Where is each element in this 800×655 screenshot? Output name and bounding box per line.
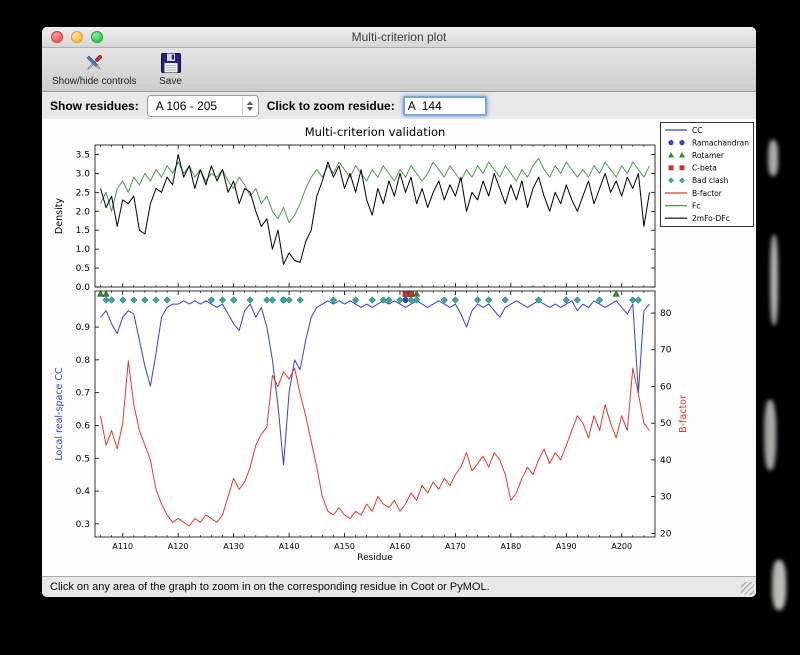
- svg-text:0.6: 0.6: [76, 421, 91, 431]
- background-artifact: [772, 560, 786, 610]
- window-title: Multi-criterion plot: [351, 30, 447, 44]
- svg-text:Ramachandran: Ramachandran: [692, 138, 749, 147]
- svg-text:A140: A140: [279, 542, 300, 551]
- svg-text:B-factor: B-factor: [678, 395, 689, 433]
- zoom-window-button[interactable]: [91, 31, 103, 43]
- svg-text:1.5: 1.5: [76, 226, 90, 236]
- svg-text:Bad clash: Bad clash: [692, 176, 729, 185]
- toolbar: Show/hide controls Save: [42, 48, 756, 92]
- svg-text:A120: A120: [168, 542, 189, 551]
- desktop-background: { "window": { "title": "Multi-criterion …: [0, 0, 800, 655]
- background-artifact: [768, 140, 778, 176]
- show-hide-controls-label: Show/hide controls: [52, 76, 137, 87]
- save-label: Save: [159, 76, 182, 87]
- residue-range-select[interactable]: A 106 - 205: [146, 95, 259, 117]
- status-bar: Click on any area of the graph to zoom i…: [42, 576, 756, 597]
- svg-text:C-beta: C-beta: [692, 164, 717, 173]
- svg-text:0.9: 0.9: [76, 323, 91, 333]
- svg-text:A170: A170: [445, 542, 466, 551]
- svg-text:80: 80: [660, 309, 672, 319]
- svg-text:A180: A180: [500, 542, 521, 551]
- svg-text:0.0: 0.0: [76, 283, 91, 293]
- background-artifact: [770, 235, 778, 325]
- residue-range-value: A 106 - 205: [155, 99, 218, 113]
- close-button[interactable]: [51, 31, 63, 43]
- svg-text:A130: A130: [223, 542, 244, 551]
- svg-text:Rotamer: Rotamer: [692, 151, 725, 160]
- svg-text:1.0: 1.0: [76, 245, 91, 255]
- minimize-button[interactable]: [71, 31, 83, 43]
- svg-text:2.5: 2.5: [76, 188, 90, 198]
- combo-stepper-icon: [241, 97, 258, 115]
- svg-text:70: 70: [660, 346, 672, 356]
- svg-text:0.5: 0.5: [76, 264, 90, 274]
- svg-text:0.3: 0.3: [76, 520, 90, 530]
- plot-figure[interactable]: Multi-criterion validation A110 A120 A130 A1…: [42, 119, 756, 575]
- zoom-residue-label: Click to zoom residue:: [266, 99, 395, 113]
- save-button[interactable]: Save: [153, 50, 189, 88]
- svg-text:50: 50: [660, 419, 672, 429]
- svg-text:2mFo-DFc: 2mFo-DFc: [692, 214, 730, 223]
- zoom-residue-input[interactable]: [402, 96, 487, 116]
- svg-text:3.5: 3.5: [76, 150, 90, 160]
- svg-text:Residue: Residue: [357, 553, 393, 563]
- svg-text:Local real-space CC: Local real-space CC: [54, 367, 65, 461]
- svg-text:0.4: 0.4: [76, 487, 91, 497]
- show-hide-controls-button[interactable]: Show/hide controls: [46, 50, 143, 88]
- svg-text:0.8: 0.8: [76, 356, 91, 366]
- window-titlebar: Multi-criterion plot: [42, 27, 756, 48]
- show-residues-label: Show residues:: [50, 99, 139, 113]
- status-text: Click on any area of the graph to zoom i…: [50, 581, 490, 593]
- controls-bar: Show residues: A 106 - 205 Click to zoom…: [42, 92, 756, 121]
- svg-text:A190: A190: [556, 542, 577, 551]
- save-icon: [159, 51, 183, 75]
- svg-text:Density: Density: [54, 198, 65, 234]
- svg-text:0.7: 0.7: [76, 389, 90, 399]
- app-window: Multi-criterion plot Show/hide controls: [42, 27, 756, 597]
- tools-icon: [82, 51, 106, 75]
- svg-text:20: 20: [660, 529, 672, 539]
- svg-text:2.0: 2.0: [76, 207, 91, 217]
- svg-text:CC: CC: [692, 126, 702, 135]
- svg-text:30: 30: [660, 493, 672, 503]
- svg-text:0.5: 0.5: [76, 454, 90, 464]
- svg-text:A160: A160: [390, 542, 411, 551]
- validation-chart[interactable]: Multi-criterion validation A110 A120 A130 A1…: [42, 119, 756, 575]
- svg-text:A200: A200: [611, 542, 632, 551]
- resize-grip[interactable]: [741, 582, 754, 595]
- svg-text:B-factor: B-factor: [692, 189, 723, 198]
- svg-text:A150: A150: [334, 542, 355, 551]
- svg-text:A110: A110: [112, 542, 133, 551]
- background-artifact: [764, 400, 776, 470]
- svg-text:Multi-criterion validation: Multi-criterion validation: [305, 125, 446, 139]
- svg-text:3.0: 3.0: [76, 169, 91, 179]
- svg-text:Fc: Fc: [692, 201, 700, 210]
- svg-text:40: 40: [660, 456, 672, 466]
- svg-text:60: 60: [660, 382, 672, 392]
